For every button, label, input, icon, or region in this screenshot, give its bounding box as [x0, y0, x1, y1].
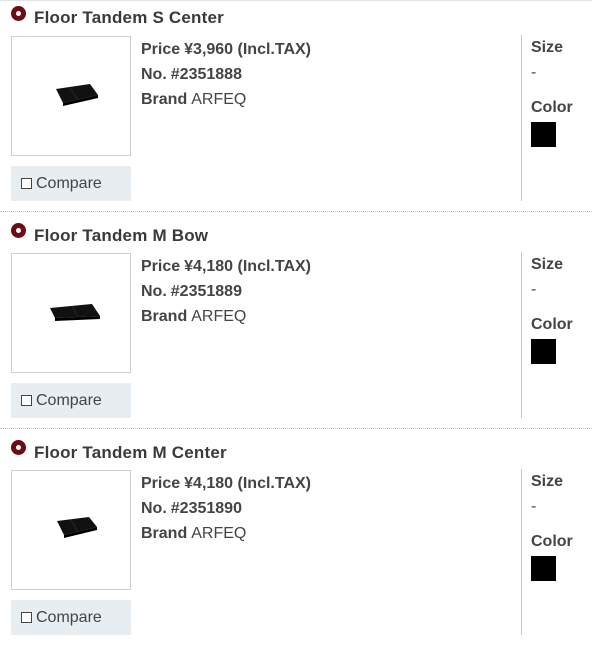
product-number: #2351890 — [170, 500, 242, 517]
size-label: Size — [531, 473, 564, 490]
size-value: - — [531, 64, 537, 81]
product-image[interactable] — [11, 36, 131, 156]
size-label: Size — [531, 256, 564, 273]
product-info: Price ¥4,180 (Incl.TAX) No. #2351890 Brand… — [141, 473, 311, 548]
brand-value: ARFEQ — [191, 308, 247, 325]
price-value: ¥4,180 (Incl.TAX) — [184, 475, 311, 492]
color-swatch[interactable] — [531, 339, 556, 364]
divider — [521, 252, 522, 418]
size-label: Size — [531, 39, 564, 56]
compare-label: Compare — [36, 391, 102, 409]
price-value: ¥3,960 (Incl.TAX) — [184, 41, 311, 58]
size-value: - — [531, 498, 537, 515]
bullet-icon — [11, 223, 26, 238]
color-label: Color — [531, 99, 573, 116]
size-value: - — [531, 281, 537, 298]
price-label: Price — [141, 475, 181, 492]
number-label: No. — [141, 283, 167, 300]
floor-panel-icon — [57, 517, 97, 538]
product-item: Floor Tandem M Bow Compare Price ¥4,180 (… — [0, 211, 592, 428]
checkbox-icon[interactable] — [21, 178, 32, 189]
divider — [521, 35, 522, 201]
brand-label: Brand — [141, 308, 188, 325]
brand-label: Brand — [141, 91, 188, 108]
product-image[interactable] — [11, 470, 131, 590]
product-title[interactable]: Floor Tandem M Bow — [34, 226, 208, 246]
product-info: Price ¥4,180 (Incl.TAX) No. #2351889 Brand… — [141, 256, 311, 331]
product-number: #2351888 — [170, 66, 242, 83]
compare-label: Compare — [36, 174, 102, 192]
checkbox-icon[interactable] — [21, 395, 32, 406]
price-value: ¥4,180 (Incl.TAX) — [184, 258, 311, 275]
price-label: Price — [141, 41, 181, 58]
product-info: Price ¥3,960 (Incl.TAX) No. #2351888 Brand… — [141, 39, 311, 114]
product-item: Floor Tandem M Center Compare Price ¥4,18… — [0, 428, 592, 645]
divider — [521, 469, 522, 635]
compare-label: Compare — [36, 608, 102, 626]
brand-value: ARFEQ — [191, 91, 247, 108]
product-number: #2351889 — [170, 283, 242, 300]
compare-checkbox[interactable]: Compare — [11, 383, 131, 418]
product-item: Floor Tandem S Center Compare Price ¥3,96… — [0, 0, 592, 217]
compare-checkbox[interactable]: Compare — [11, 166, 131, 201]
floor-panel-icon — [56, 84, 98, 106]
product-title[interactable]: Floor Tandem M Center — [34, 443, 227, 463]
color-label: Color — [531, 316, 573, 333]
checkbox-icon[interactable] — [21, 612, 32, 623]
product-title[interactable]: Floor Tandem S Center — [34, 8, 224, 28]
number-label: No. — [141, 500, 167, 517]
color-swatch[interactable] — [531, 122, 556, 147]
product-image[interactable] — [11, 253, 131, 373]
bullet-icon — [11, 440, 26, 455]
color-swatch[interactable] — [531, 556, 556, 581]
compare-checkbox[interactable]: Compare — [11, 600, 131, 635]
floor-panel-icon — [50, 304, 100, 321]
bullet-icon — [11, 6, 26, 21]
color-label: Color — [531, 533, 573, 550]
brand-value: ARFEQ — [191, 525, 247, 542]
price-label: Price — [141, 258, 181, 275]
number-label: No. — [141, 66, 167, 83]
brand-label: Brand — [141, 525, 188, 542]
